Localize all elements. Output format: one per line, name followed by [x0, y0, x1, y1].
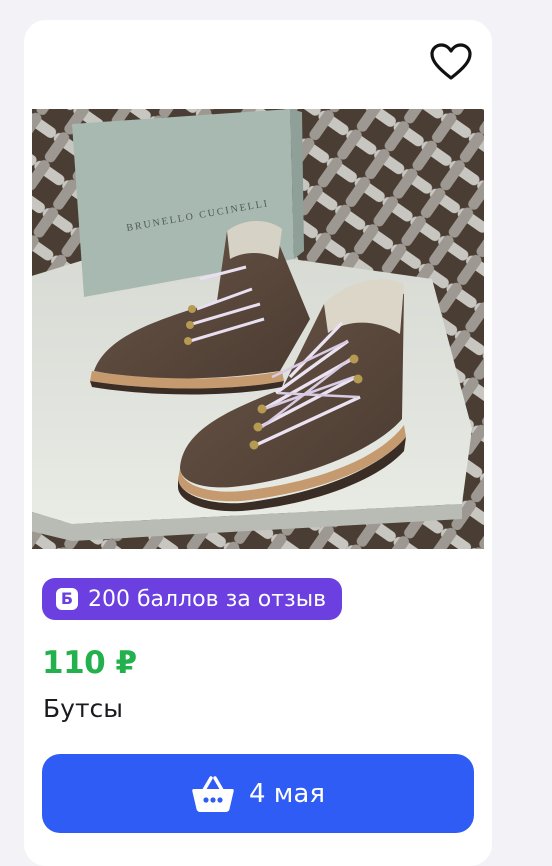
basket-icon — [192, 775, 234, 812]
add-to-cart-button[interactable]: 4 мая — [42, 754, 474, 833]
favorite-button[interactable] — [428, 41, 474, 83]
heart-outline-icon — [430, 43, 472, 80]
points-icon: Б — [56, 588, 78, 610]
delivery-date-label: 4 мая — [249, 778, 325, 809]
badge-text: 200 баллов за отзыв — [88, 586, 327, 612]
review-points-badge: Б 200 баллов за отзыв — [42, 578, 343, 620]
product-photo[interactable]: BRUNELLO CUCINELLI — [32, 109, 484, 549]
product-title[interactable]: Бутсы — [43, 694, 123, 723]
product-price: 110 ₽ — [42, 645, 137, 681]
